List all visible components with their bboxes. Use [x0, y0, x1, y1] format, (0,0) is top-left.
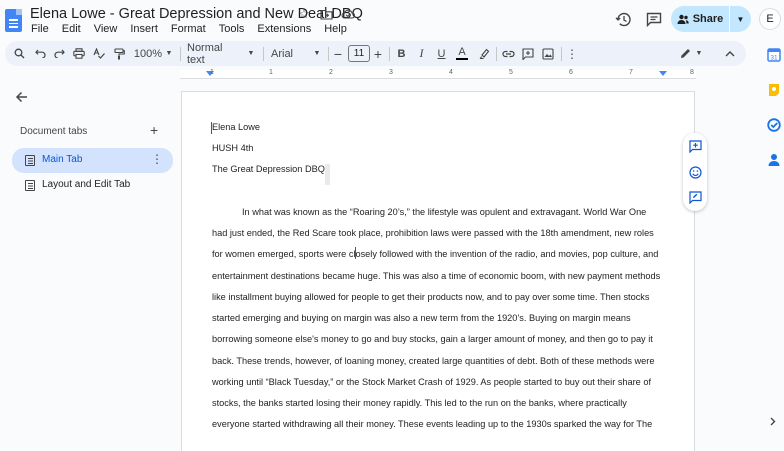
menu-tools[interactable]: Tools [219, 23, 245, 35]
more-options-icon[interactable]: ⋮ [566, 41, 578, 66]
increase-font-size-button[interactable]: + [372, 41, 384, 66]
zoom-dropdown-caret-icon[interactable]: ▼ [163, 41, 175, 66]
ruler-number: 7 [629, 69, 633, 76]
title-bar: Elena Lowe - Great Depression and New De… [0, 0, 784, 40]
move-folder-icon[interactable] [319, 7, 333, 21]
highlight-color-icon[interactable] [477, 41, 491, 66]
ruler-number: 2 [329, 69, 333, 76]
paragraph-line[interactable]: started emerging and buying on margin wa… [212, 313, 631, 323]
share-button[interactable]: Share [671, 6, 729, 32]
floating-actions-panel [683, 133, 707, 211]
share-label: Share [692, 13, 724, 25]
paragraph-style-select[interactable]: Normal text [187, 41, 241, 66]
hide-menus-chevron-up-icon[interactable] [723, 41, 737, 66]
spellcheck-icon[interactable] [92, 41, 106, 66]
share-button-group: Share ▼ [671, 6, 751, 32]
text-color-icon[interactable]: A [455, 41, 469, 66]
editing-toolbar: 100% ▼ Normal text ▼ Arial ▼ − 11 + B I … [5, 41, 746, 66]
right-indent-marker[interactable] [659, 71, 667, 76]
paragraph-line[interactable]: for women emerged, sports were closely f… [212, 249, 658, 259]
ruler-number: 8 [690, 69, 694, 76]
menu-edit[interactable]: Edit [62, 23, 81, 35]
ruler-number: 4 [449, 69, 453, 76]
font-size-input[interactable]: 11 [348, 45, 370, 62]
suggest-edits-icon[interactable] [688, 190, 702, 204]
lock-people-icon [677, 14, 689, 24]
paragraph-line[interactable]: working until “Black Tuesday,” or the St… [212, 377, 651, 387]
add-comment-float-icon[interactable] [688, 139, 702, 153]
menu-file[interactable]: File [31, 23, 49, 35]
keep-notes-icon[interactable] [767, 83, 781, 97]
add-emoji-reaction-icon[interactable] [688, 165, 702, 179]
paragraph-line[interactable]: entertainment destinations became huge. … [212, 271, 660, 281]
share-options-caret-icon[interactable]: ▼ [730, 6, 751, 32]
menu-insert[interactable]: Insert [130, 23, 158, 35]
add-comment-icon[interactable] [521, 41, 535, 66]
tasks-icon[interactable] [767, 118, 781, 132]
redo-icon[interactable] [52, 41, 66, 66]
document-tab-icon [25, 180, 35, 191]
back-arrow-icon[interactable] [15, 90, 28, 107]
editing-mode-pencil-icon[interactable] [678, 41, 692, 66]
menu-format[interactable]: Format [171, 23, 206, 35]
italic-icon[interactable]: I [415, 41, 428, 66]
sidebar-tab-layout-edit[interactable]: Layout and Edit Tab [12, 173, 173, 198]
account-avatar[interactable]: E [759, 8, 781, 30]
docs-logo-icon[interactable] [5, 9, 22, 32]
expand-side-panel-chevron-icon[interactable] [770, 417, 776, 429]
menu-bar: File Edit View Insert Format Tools Exten… [31, 23, 360, 35]
star-icon[interactable]: ☆ [297, 6, 311, 21]
selection-highlight [325, 164, 330, 185]
underline-icon[interactable]: U [435, 41, 448, 66]
contacts-icon[interactable] [767, 153, 781, 167]
version-history-icon[interactable] [615, 11, 632, 28]
paragraph-line[interactable]: In what was known as the “Roaring 20’s,”… [242, 207, 646, 217]
editing-mode-caret-icon[interactable]: ▼ [694, 41, 704, 66]
search-menus-icon[interactable] [11, 41, 27, 66]
paragraph-line[interactable]: borrowing someone else's money to go and… [212, 334, 653, 344]
add-tab-plus-icon[interactable]: + [150, 122, 158, 138]
print-icon[interactable] [72, 41, 86, 66]
ruler-number: 1 [269, 69, 273, 76]
decrease-font-size-button[interactable]: − [332, 41, 344, 66]
tab-label: Layout and Edit Tab [42, 179, 131, 190]
ruler-number: 3 [389, 69, 393, 76]
bold-icon[interactable]: B [395, 41, 408, 66]
header-line-class[interactable]: HUSH 4th [212, 143, 253, 153]
paragraph-line[interactable]: everyone started withdrawing all their m… [212, 419, 652, 429]
paragraph-line[interactable]: like installment buying allowed for peop… [212, 292, 650, 302]
style-dropdown-caret-icon[interactable]: ▼ [245, 41, 257, 66]
font-dropdown-caret-icon[interactable]: ▼ [311, 41, 323, 66]
collaborator-cursor [355, 247, 356, 259]
paint-format-icon[interactable] [112, 41, 126, 66]
comments-icon[interactable] [646, 12, 662, 28]
cloud-saved-icon[interactable] [341, 7, 355, 21]
font-family-select[interactable]: Arial [271, 41, 311, 66]
insert-image-icon[interactable] [541, 41, 555, 66]
undo-icon[interactable] [33, 41, 47, 66]
tab-options-kebab-icon[interactable]: ⋮ [151, 152, 163, 166]
paragraph-line[interactable]: back. These trends, however, of loaning … [212, 356, 654, 366]
ruler-number: 5 [509, 69, 513, 76]
document-tabs-heading: Document tabs [20, 126, 88, 137]
sidebar-tab-main[interactable]: Main Tab ⋮ [12, 148, 173, 173]
insert-link-icon[interactable] [501, 41, 515, 66]
ruler-number: 6 [569, 69, 573, 76]
menu-help[interactable]: Help [324, 23, 347, 35]
svg-text:31: 31 [770, 55, 778, 62]
header-line-name[interactable]: Elena Lowe [212, 122, 260, 132]
horizontal-ruler[interactable]: 1 1 2 3 4 5 6 7 8 [180, 66, 696, 80]
ruler-number: 1 [210, 69, 214, 76]
paragraph-line[interactable]: stocks, the banks started losing their m… [212, 398, 627, 408]
header-line-title[interactable]: The Great Depression DBQ [212, 164, 325, 174]
calendar-icon[interactable]: 31 [767, 48, 781, 62]
menu-view[interactable]: View [94, 23, 118, 35]
zoom-value[interactable]: 100% [133, 41, 163, 66]
menu-extensions[interactable]: Extensions [257, 23, 311, 35]
document-page[interactable]: Elena Lowe HUSH 4th The Great Depression… [181, 91, 695, 451]
tab-label: Main Tab [42, 154, 83, 165]
paragraph-line[interactable]: had just ended, the Red Scare took place… [212, 228, 654, 238]
document-tab-icon [25, 155, 35, 166]
